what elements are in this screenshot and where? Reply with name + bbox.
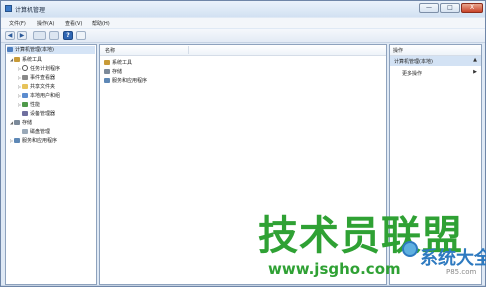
list-item[interactable]: 服务和应用程序 — [104, 77, 147, 85]
tree-item-label: 共享文件夹 — [30, 84, 56, 90]
users-icon — [22, 93, 28, 98]
submenu-arrow-icon: ▶ — [473, 69, 477, 75]
tree-item-disk-management[interactable]: 磁盘管理 — [22, 128, 50, 136]
tree-item-task-scheduler[interactable]: ▷ 任务计划程序 — [17, 65, 60, 73]
window-title: 计算机管理 — [15, 7, 46, 14]
console-tree-pane: 计算机管理(本地) ◢ 系统工具 ▷ 任务计划程序 ▷ 事件查看器 ▷ 共享文件夹 ▷ 本… — [5, 44, 97, 285]
tree-item-computer-management[interactable]: 计算机管理(本地) — [7, 46, 95, 54]
menu-bar: 文件(F) 操作(A) 查看(V) 帮助(H) — [1, 18, 485, 28]
tree-item-system-tools[interactable]: ◢ 系统工具 — [9, 56, 42, 64]
menu-view[interactable]: 查看(V) — [65, 20, 82, 27]
tree-item-label: 磁盘管理 — [30, 129, 51, 135]
show-hide-action-pane-icon[interactable] — [76, 31, 86, 40]
tree-item-event-viewer[interactable]: ▷ 事件查看器 — [17, 74, 55, 82]
watermark-side-text: 系统大全 — [420, 248, 486, 269]
actions-title: 操作 — [393, 48, 404, 54]
tree-item-label: 任务计划程序 — [30, 66, 61, 72]
list-item-label: 存储 — [112, 69, 123, 75]
console-tree-toggle-icon[interactable] — [33, 31, 46, 40]
menu-action[interactable]: 操作(A) — [37, 20, 54, 27]
actions-section-computer-management[interactable]: 计算机管理(本地) ▲ — [390, 56, 481, 66]
storage-icon — [104, 69, 110, 74]
tree-item-local-users[interactable]: ▷ 本地用户和组 — [17, 92, 60, 100]
computer-management-icon — [5, 5, 12, 12]
column-name-label: 名称 — [105, 48, 116, 54]
watermark-url: www.jsgho.com — [268, 260, 401, 278]
export-list-icon[interactable] — [49, 31, 59, 40]
tree-item-shared-folders[interactable]: ▷ 共享文件夹 — [17, 83, 55, 91]
menu-file[interactable]: 文件(F) — [9, 20, 26, 27]
tree-item-services-apps[interactable]: ▷ 服务和应用程序 — [9, 137, 57, 145]
maximize-button[interactable]: □ — [440, 3, 460, 13]
forward-arrow-icon[interactable]: ▶ — [17, 31, 27, 40]
list-item-label: 服务和应用程序 — [112, 78, 148, 84]
storage-icon — [14, 120, 20, 125]
folder-icon — [22, 84, 28, 89]
back-arrow-icon[interactable]: ◀ — [5, 31, 15, 40]
list-item[interactable]: 存储 — [104, 68, 122, 76]
status-bar — [1, 285, 485, 286]
tree-item-performance[interactable]: ▷ 性能 — [17, 101, 40, 109]
list-item-label: 系统工具 — [112, 60, 133, 66]
minimize-button[interactable]: — — [419, 3, 439, 13]
list-column-header[interactable]: 名称 — [100, 45, 386, 56]
tree-item-label: 服务和应用程序 — [22, 138, 58, 144]
tools-icon — [104, 60, 110, 65]
computer-icon — [7, 47, 13, 52]
menu-help[interactable]: 帮助(H) — [92, 20, 110, 27]
more-actions-item[interactable]: 更多操作 ▶ — [390, 68, 481, 77]
performance-icon — [22, 102, 28, 107]
tools-icon — [14, 57, 20, 62]
more-actions-label: 更多操作 — [402, 71, 423, 77]
help-icon[interactable]: ? — [63, 31, 73, 40]
tree-item-label: 系统工具 — [22, 57, 43, 63]
actions-header: 操作 — [390, 45, 481, 56]
actions-section-label: 计算机管理(本地) — [394, 59, 433, 65]
services-icon — [104, 78, 110, 83]
watermark-url-secondary: P85.com — [446, 268, 477, 276]
close-button[interactable]: X — [461, 3, 483, 13]
toolbar: ◀ ▶ ? — [1, 29, 485, 43]
tree-item-label: 本地用户和组 — [30, 93, 61, 99]
list-item[interactable]: 系统工具 — [104, 59, 132, 67]
services-icon — [14, 138, 20, 143]
title-bar[interactable]: 计算机管理 — □ X — [1, 1, 485, 17]
tree-item-label: 设备管理器 — [30, 111, 56, 117]
device-manager-icon — [22, 111, 28, 116]
tree-item-label: 事件查看器 — [30, 75, 56, 81]
tree-item-device-manager[interactable]: 设备管理器 — [22, 110, 55, 118]
tree-item-label: 性能 — [30, 102, 41, 108]
column-divider[interactable] — [188, 46, 189, 54]
clock-icon — [22, 65, 28, 71]
event-log-icon — [22, 75, 28, 80]
watermark-logo-icon — [402, 241, 418, 257]
disk-icon — [22, 129, 28, 134]
tree-item-storage[interactable]: ◢ 存储 — [9, 119, 32, 127]
collapse-caret-icon[interactable]: ▲ — [473, 57, 477, 63]
tree-item-label: 计算机管理(本地) — [15, 47, 54, 53]
tree-item-label: 存储 — [22, 120, 33, 126]
